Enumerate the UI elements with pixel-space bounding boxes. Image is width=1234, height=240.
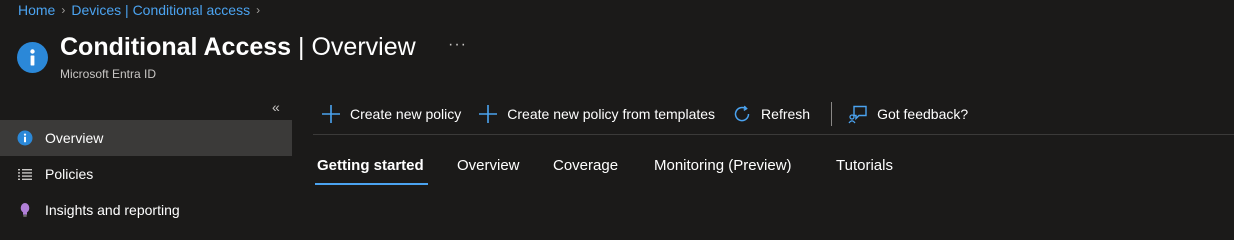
feedback-icon — [848, 104, 868, 124]
tab-overview[interactable]: Overview — [457, 157, 520, 174]
page-title-separator: | — [291, 33, 312, 61]
create-from-templates-button[interactable]: Create new policy from templates — [478, 104, 715, 124]
command-bar-divider — [313, 134, 1234, 135]
tab-coverage[interactable]: Coverage — [553, 157, 618, 174]
page-title-section: Overview — [311, 33, 416, 61]
plus-icon — [478, 104, 498, 124]
tab-getting-started[interactable]: Getting started — [317, 157, 424, 174]
got-feedback-label: Got feedback? — [877, 106, 969, 122]
got-feedback-button[interactable]: Got feedback? — [848, 104, 968, 124]
create-from-templates-label: Create new policy from templates — [507, 106, 716, 122]
create-new-policy-button[interactable]: Create new policy — [321, 104, 461, 124]
breadcrumb-separator: › — [256, 3, 261, 17]
sidebar-item-label: Insights and reporting — [45, 202, 180, 218]
sidebar-item-insights[interactable]: Insights and reporting — [0, 192, 292, 228]
refresh-icon — [732, 104, 752, 124]
list-icon — [17, 166, 33, 182]
more-options-button[interactable]: ··· — [448, 36, 467, 54]
page-title-main: Conditional Access — [60, 33, 292, 61]
breadcrumb-devices-link[interactable]: Devices | Conditional access — [71, 2, 250, 18]
breadcrumb-home-link[interactable]: Home — [18, 2, 55, 18]
create-new-policy-label: Create new policy — [350, 106, 462, 122]
command-bar: Create new policy Create new policy from… — [321, 99, 985, 129]
sidebar-item-policies[interactable]: Policies — [0, 156, 292, 192]
page-title: Conditional Access | Overview — [60, 31, 416, 63]
lightbulb-icon — [17, 202, 33, 218]
collapse-sidebar-button[interactable]: « — [272, 99, 280, 115]
breadcrumb: Home › Devices | Conditional access › — [18, 0, 260, 20]
command-separator — [831, 102, 833, 126]
sidebar-item-overview[interactable]: Overview — [0, 120, 292, 156]
plus-icon — [321, 104, 341, 124]
sidebar-item-label: Policies — [45, 166, 94, 182]
active-tab-indicator — [315, 183, 428, 185]
tab-monitoring[interactable]: Monitoring (Preview) — [654, 157, 792, 174]
refresh-button[interactable]: Refresh — [732, 104, 810, 124]
info-icon — [17, 130, 33, 146]
page: Home › Devices | Conditional access › Co… — [0, 0, 1234, 237]
refresh-label: Refresh — [761, 106, 811, 122]
breadcrumb-separator: › — [61, 3, 66, 17]
tab-tutorials[interactable]: Tutorials — [836, 157, 893, 174]
page-subtitle: Microsoft Entra ID — [60, 67, 157, 81]
sidebar-item-label: Overview — [45, 130, 104, 146]
info-icon — [17, 42, 48, 73]
